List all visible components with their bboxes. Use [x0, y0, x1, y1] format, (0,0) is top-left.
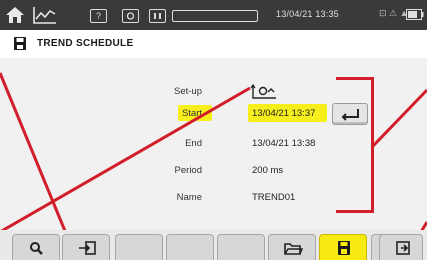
memory-progress-bar — [172, 10, 258, 22]
period-label: Period — [174, 165, 202, 176]
page-title: TREND SCHEDULE — [37, 38, 134, 49]
trend-config-icon[interactable] — [250, 83, 280, 101]
trend-mode-icon[interactable] — [32, 5, 58, 25]
fkey-export[interactable] — [62, 234, 110, 260]
home-icon[interactable] — [4, 5, 26, 25]
period-field[interactable]: 200 ms — [252, 165, 283, 176]
export-icon — [79, 241, 96, 255]
help-icon[interactable]: ? — [90, 9, 107, 23]
pause-icon[interactable] — [149, 9, 166, 23]
fkey-save[interactable] — [319, 234, 367, 260]
save-disk-icon — [338, 241, 350, 255]
status-indicators: ⊡ ⚠ ▲ — [379, 8, 409, 18]
folder-open-icon — [284, 243, 303, 255]
fkey-open[interactable] — [268, 234, 316, 260]
fkey-exit[interactable] — [379, 234, 423, 260]
fkey-search[interactable] — [12, 234, 60, 260]
status-datetime: 13/04/21 13:35 — [276, 9, 339, 19]
title-bar: TREND SCHEDULE — [0, 30, 427, 59]
fkey-5[interactable] — [217, 234, 265, 260]
fkey-4[interactable] — [166, 234, 214, 260]
setup-label: Set-up — [174, 86, 202, 97]
fkey-3[interactable] — [115, 234, 163, 260]
start-label: Start — [181, 108, 202, 119]
save-disk-icon — [14, 37, 26, 50]
magnifier-icon — [30, 242, 43, 255]
end-label: End — [185, 138, 202, 149]
status-bar: ? 13/04/21 13:35 ⊡ ⚠ ▲ — [0, 0, 427, 30]
fields-bracket-annotation — [336, 77, 374, 213]
battery-icon — [406, 9, 424, 20]
camera-icon[interactable] — [122, 9, 139, 23]
exit-icon — [396, 241, 410, 255]
name-field[interactable]: TREND01 — [252, 192, 295, 203]
name-label: Name — [176, 192, 202, 203]
end-datetime-field[interactable]: 13/04/21 13:38 — [252, 138, 315, 149]
function-key-bar — [0, 230, 427, 260]
start-datetime-field[interactable]: 13/04/21 13:37 — [252, 108, 315, 119]
